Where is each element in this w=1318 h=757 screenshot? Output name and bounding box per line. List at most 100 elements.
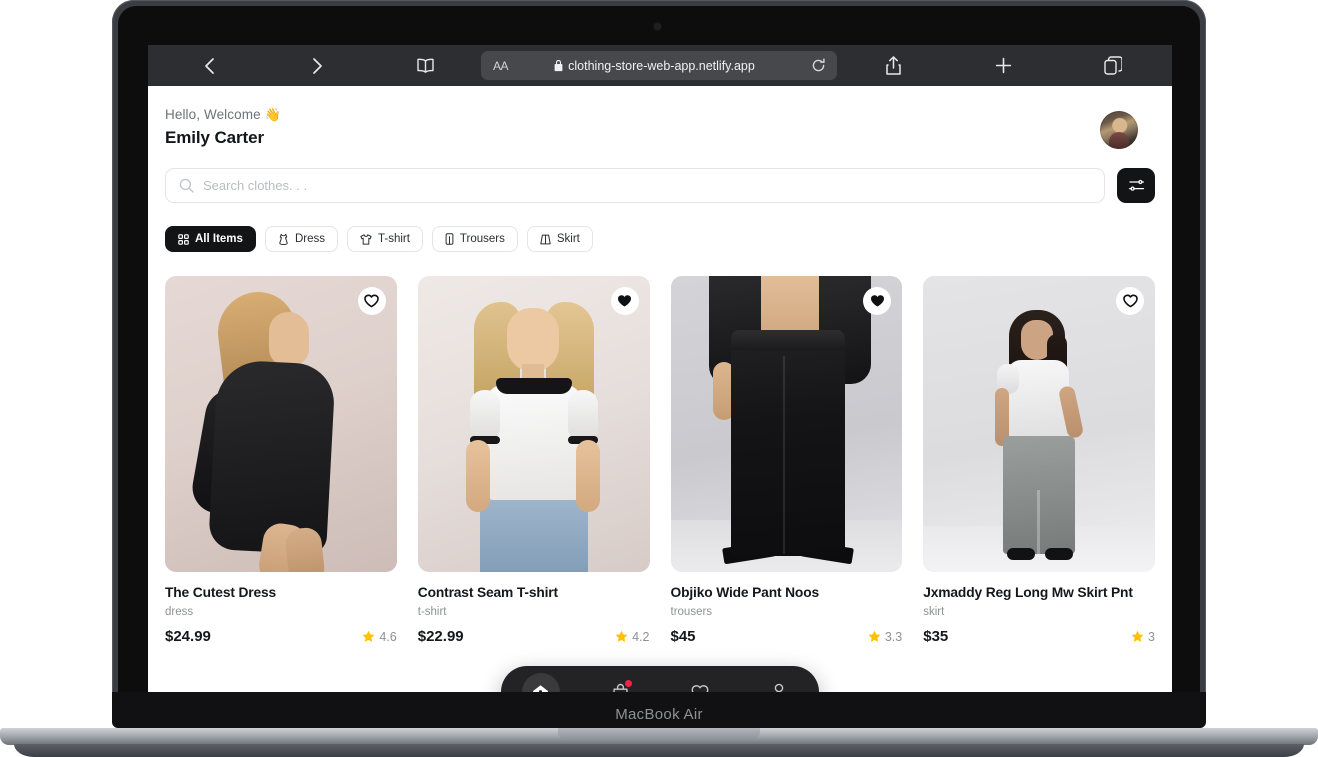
chip-label: Trousers — [459, 233, 505, 245]
tabs-button[interactable] — [1090, 45, 1136, 86]
rating-value: 4.2 — [632, 629, 650, 644]
product-price: $24.99 — [165, 628, 211, 645]
product-price: $22.99 — [417, 628, 464, 645]
chip-label: T-shirt — [377, 233, 410, 245]
bottom-navigation — [501, 666, 819, 692]
product-grid: The Cutest Dress dress $24.99 4.6 Contra… — [148, 252, 1172, 645]
category-chips: All Items Dress T-shirt Trousers Skirt — [148, 203, 1172, 252]
address-bar[interactable]: AA clothing-store-web-app.netlify.app — [481, 51, 837, 80]
greeting-text: Hello, Welcome 👋 — [165, 107, 281, 123]
webcam-icon — [654, 23, 661, 30]
url-text: clothing-store-web-app.netlify.app — [568, 58, 755, 73]
product-image[interactable] — [165, 276, 397, 572]
product-title: Contrast Seam T-shirt — [417, 585, 558, 600]
chip-all-items[interactable]: All Items — [165, 226, 256, 252]
nav-favorites[interactable] — [681, 673, 719, 692]
product-photo — [670, 276, 903, 572]
product-category: trousers — [670, 606, 713, 618]
chip-dress[interactable]: Dress — [264, 226, 338, 252]
sliders-icon — [1128, 179, 1144, 191]
lock-icon — [554, 59, 563, 71]
skirt-icon — [540, 234, 551, 245]
star-icon — [615, 630, 628, 642]
home-icon — [533, 684, 549, 692]
product-price: $35 — [923, 628, 949, 645]
new-tab-button[interactable] — [980, 45, 1026, 86]
product-rating: 4.2 — [615, 629, 650, 644]
laptop-base-notch — [558, 728, 760, 740]
avatar[interactable] — [1100, 111, 1138, 149]
filter-button[interactable] — [1117, 168, 1155, 203]
chip-label: Dress — [294, 233, 325, 245]
product-rating: 3.3 — [868, 630, 902, 644]
share-button[interactable] — [870, 45, 916, 86]
search-icon — [179, 178, 194, 193]
star-icon — [868, 630, 881, 642]
device-model-label: MacBook Air — [615, 706, 703, 723]
dress-icon — [278, 233, 289, 245]
reload-button[interactable] — [811, 58, 826, 73]
product-title: Jxmaddy Reg Long Mw Skirt Pnt — [923, 585, 1133, 600]
heart-icon — [1122, 294, 1138, 308]
star-icon — [362, 630, 375, 642]
grid-icon — [178, 233, 189, 245]
reader-view-button[interactable] — [402, 45, 448, 86]
laptop-foot — [14, 744, 1304, 757]
product-card[interactable]: Objiko Wide Pant Noos trousers $45 3.3 — [670, 276, 903, 645]
product-category: skirt — [923, 606, 945, 618]
screen-content: AA clothing-store-web-app.netlify.app He… — [148, 45, 1172, 692]
product-title: The Cutest Dress — [165, 585, 277, 600]
notification-badge — [625, 680, 633, 687]
product-category: dress — [165, 606, 194, 618]
heart-icon — [691, 684, 709, 692]
chip-label: All Items — [195, 233, 243, 245]
product-footer: $22.99 4.2 — [418, 628, 650, 645]
favorite-button[interactable] — [357, 287, 386, 315]
product-card[interactable]: The Cutest Dress dress $24.99 4.6 — [165, 276, 397, 645]
product-rating: 3 — [1131, 630, 1155, 644]
back-button[interactable] — [186, 45, 232, 86]
search-field[interactable] — [165, 168, 1105, 203]
tshirt-icon — [360, 233, 372, 245]
person-icon — [774, 683, 784, 692]
rating-value: 3.3 — [884, 629, 903, 644]
product-rating: 4.6 — [362, 629, 397, 644]
heart-icon — [618, 295, 631, 307]
product-photo — [165, 276, 397, 572]
product-image[interactable] — [670, 276, 903, 572]
user-name: Emily Carter — [165, 128, 264, 147]
chip-tshirt[interactable]: T-shirt — [346, 226, 423, 252]
product-footer: $24.99 4.6 — [165, 628, 397, 645]
laptop-mockup: AA clothing-store-web-app.netlify.app He… — [0, 0, 1318, 757]
product-image[interactable] — [417, 276, 650, 572]
search-row — [148, 149, 1172, 203]
rating-value: 4.6 — [379, 629, 397, 644]
product-footer: $35 3 — [923, 628, 1155, 645]
product-title: Objiko Wide Pant Noos — [670, 585, 820, 600]
nav-home[interactable] — [521, 673, 560, 692]
browser-toolbar: AA clothing-store-web-app.netlify.app — [148, 45, 1172, 86]
star-icon — [1131, 630, 1144, 642]
search-input[interactable] — [203, 178, 1091, 193]
product-footer: $45 3.3 — [671, 628, 903, 645]
greeting-label: Hello, Welcome — [165, 107, 265, 122]
chip-trousers[interactable]: Trousers — [431, 226, 518, 252]
app-header: Hello, Welcome 👋 Emily Carter — [148, 86, 1172, 149]
chip-label: Skirt — [556, 233, 580, 245]
product-card[interactable]: Jxmaddy Reg Long Mw Skirt Pnt skirt $35 … — [923, 276, 1155, 645]
heart-icon — [870, 295, 884, 307]
favorite-button[interactable] — [1116, 287, 1144, 315]
nav-bag[interactable] — [601, 673, 639, 692]
product-category: t-shirt — [417, 606, 447, 618]
product-card[interactable]: Contrast Seam T-shirt t-shirt $22.99 4.2 — [417, 276, 650, 645]
greeting-block: Hello, Welcome 👋 Emily Carter — [165, 107, 281, 148]
nav-profile[interactable] — [760, 673, 798, 692]
url-display[interactable]: clothing-store-web-app.netlify.app — [498, 59, 811, 73]
forward-button[interactable] — [294, 45, 340, 86]
waving-hand-icon: 👋 — [264, 107, 281, 122]
rating-value: 3 — [1148, 629, 1155, 644]
product-photo — [923, 276, 1155, 572]
product-image[interactable] — [923, 276, 1155, 572]
favorite-button[interactable] — [610, 287, 639, 315]
chip-skirt[interactable]: Skirt — [526, 226, 593, 252]
